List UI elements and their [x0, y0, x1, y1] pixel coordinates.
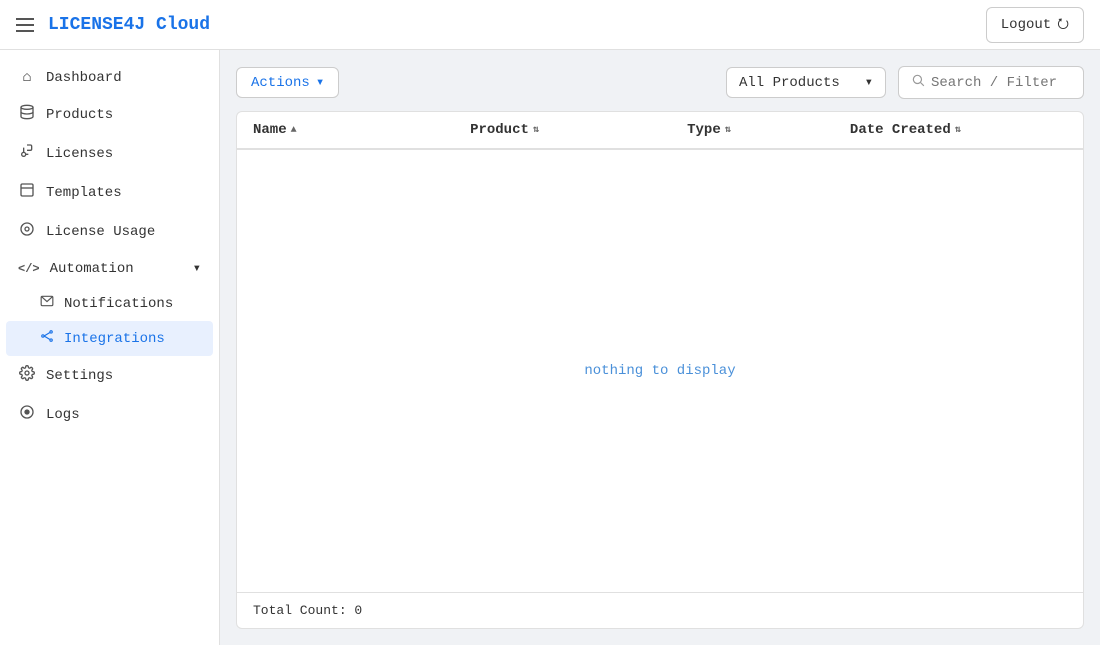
- actions-button[interactable]: Actions ▾: [236, 67, 339, 98]
- sort-asc-icon: ▲: [291, 125, 297, 136]
- logout-button[interactable]: Logout ⭮: [986, 7, 1084, 43]
- topbar-left: LICENSE4J Cloud: [16, 15, 210, 35]
- products-icon: [18, 104, 36, 125]
- table-header: Name ▲ Product ⇅ Type ⇅ Date Created ⇅: [237, 112, 1083, 150]
- content-area: Actions ▾ All Products ▾ Name ▲: [220, 50, 1100, 645]
- products-filter-label: All Products: [739, 75, 840, 91]
- table-footer: Total Count: 0: [237, 592, 1083, 628]
- sidebar-item-label: License Usage: [46, 224, 155, 240]
- sidebar-item-label: Dashboard: [46, 70, 122, 86]
- column-header-type[interactable]: Type ⇅: [687, 122, 850, 138]
- column-header-product[interactable]: Product ⇅: [470, 122, 687, 138]
- sort-type-icon: ⇅: [725, 124, 731, 136]
- search-icon: [911, 73, 925, 92]
- sidebar-item-integrations[interactable]: Integrations: [6, 321, 213, 356]
- menu-hamburger-icon[interactable]: [16, 18, 34, 32]
- main-layout: ⌂ Dashboard Products Licenses Templates: [0, 50, 1100, 645]
- logout-icon: ⭮: [1057, 13, 1069, 37]
- licenses-icon: [18, 143, 36, 164]
- products-filter-select[interactable]: All Products ▾: [726, 67, 886, 98]
- sidebar-item-products[interactable]: Products: [0, 95, 219, 134]
- data-table: Name ▲ Product ⇅ Type ⇅ Date Created ⇅ n…: [236, 111, 1084, 629]
- logs-icon: [18, 404, 36, 425]
- integrations-icon: [40, 329, 54, 348]
- column-type-label: Type: [687, 122, 721, 138]
- sidebar-item-label: Automation: [50, 261, 134, 277]
- column-product-label: Product: [470, 122, 529, 138]
- search-filter-box: [898, 66, 1084, 99]
- sidebar-item-automation[interactable]: </> Automation ▾: [0, 251, 219, 286]
- sidebar-item-label: Logs: [46, 407, 80, 423]
- column-name-label: Name: [253, 122, 287, 138]
- empty-message: nothing to display: [584, 363, 735, 379]
- dashboard-icon: ⌂: [18, 69, 36, 86]
- column-header-name[interactable]: Name ▲: [253, 122, 470, 138]
- sidebar-item-templates[interactable]: Templates: [0, 173, 219, 212]
- notifications-icon: [40, 294, 54, 313]
- automation-icon: </>: [18, 262, 40, 276]
- topbar: LICENSE4J Cloud Logout ⭮: [0, 0, 1100, 50]
- license-usage-icon: [18, 221, 36, 242]
- sort-date-icon: ⇅: [955, 124, 961, 136]
- sidebar-item-label: Products: [46, 107, 113, 123]
- templates-icon: [18, 182, 36, 203]
- sort-product-icon: ⇅: [533, 124, 539, 136]
- sidebar-item-label: Notifications: [64, 296, 173, 312]
- sidebar-item-licenses[interactable]: Licenses: [0, 134, 219, 173]
- total-count-label: Total Count: 0: [253, 603, 362, 618]
- sidebar-item-label: Templates: [46, 185, 122, 201]
- chevron-down-icon: ▾: [193, 260, 201, 277]
- settings-icon: [18, 365, 36, 386]
- toolbar: Actions ▾ All Products ▾: [236, 66, 1084, 99]
- sidebar-item-settings[interactable]: Settings: [0, 356, 219, 395]
- sidebar-item-notifications[interactable]: Notifications: [0, 286, 219, 321]
- column-header-date-created[interactable]: Date Created ⇅: [850, 122, 1067, 138]
- search-input[interactable]: [931, 75, 1071, 91]
- sidebar-item-label: Settings: [46, 368, 113, 384]
- actions-label: Actions: [251, 75, 310, 91]
- actions-chevron-icon: ▾: [316, 74, 324, 91]
- sidebar-item-label: Integrations: [64, 331, 165, 347]
- table-body: nothing to display: [237, 150, 1083, 592]
- column-date-label: Date Created: [850, 122, 951, 138]
- products-chevron-icon: ▾: [865, 74, 873, 91]
- sidebar-item-label: Licenses: [46, 146, 113, 162]
- logout-label: Logout: [1001, 17, 1051, 33]
- sidebar-item-dashboard[interactable]: ⌂ Dashboard: [0, 60, 219, 95]
- sidebar-item-logs[interactable]: Logs: [0, 395, 219, 434]
- sidebar: ⌂ Dashboard Products Licenses Templates: [0, 50, 220, 645]
- brand-title: LICENSE4J Cloud: [48, 15, 210, 35]
- sidebar-item-license-usage[interactable]: License Usage: [0, 212, 219, 251]
